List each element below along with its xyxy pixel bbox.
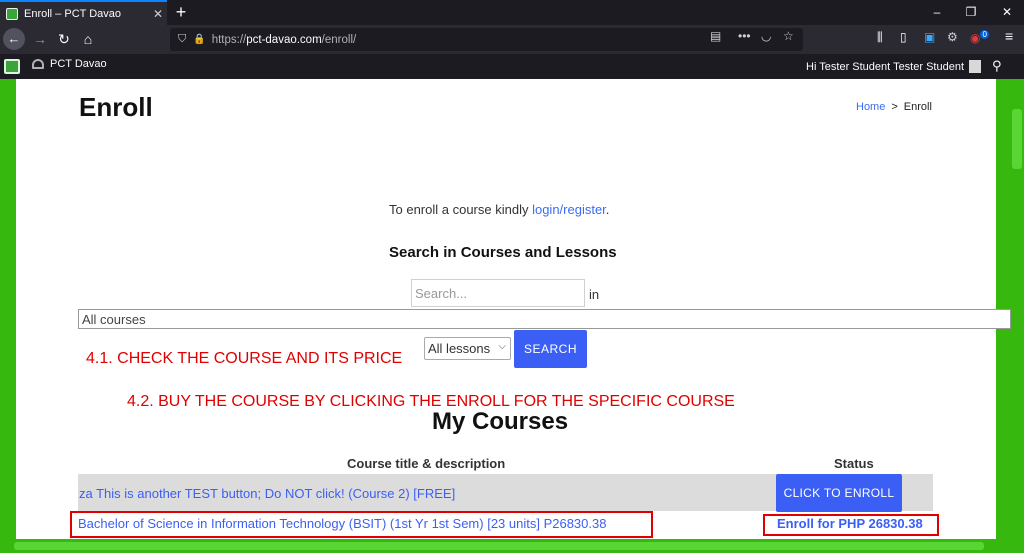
search-icon[interactable]: ⚲ [992,58,1002,74]
arrow-left-icon: ← [7,31,21,46]
site-favicon-icon [6,7,18,20]
close-tab-icon[interactable]: ✕ [149,7,167,21]
bookmark-label: PCT Davao [50,58,107,70]
restore-window-button[interactable]: ❐ [954,0,988,25]
forward-button[interactable]: → [29,28,51,50]
course-title-link[interactable]: Bachelor of Science in Information Techn… [78,516,606,531]
annotation-step-2: 4.2. BUY THE COURSE BY CLICKING THE ENRO… [127,393,735,410]
login-message: To enroll a course kindly login/register… [389,202,609,217]
annotation-step-1: 4.1. CHECK THE COURSE AND ITS PRICE [86,350,403,367]
dashboard-icon [32,59,44,69]
breadcrumb: Home > Enroll [856,101,932,113]
bookmark-star-icon[interactable]: ☆ [783,29,794,43]
lock-icon[interactable]: 🔒 [193,34,205,45]
url-host: pct-davao.com [246,33,322,46]
click-to-enroll-button[interactable]: CLICK TO ENROLL [776,474,902,512]
reload-button[interactable]: ↻ [53,28,75,50]
url-scheme: https:// [211,33,247,46]
new-tab-button[interactable]: + [170,2,192,23]
horizontal-scroll-thumb[interactable] [14,542,984,550]
minimize-window-button[interactable]: – [920,0,954,25]
tab-enroll[interactable]: Enroll – PCT Davao ✕ [0,0,167,25]
close-window-button[interactable]: ✕ [990,0,1024,25]
courses-select[interactable]: All courses [78,309,1011,329]
search-input[interactable]: Search... [411,279,585,307]
chevron-down-icon: ⌵ [498,341,506,352]
extension-app-icon[interactable] [4,59,20,74]
page-title: Enroll [79,92,153,122]
breadcrumb-current: Enroll [903,101,932,113]
menu-icon[interactable]: ≡ [1005,28,1013,44]
search-in-label: in [589,287,600,302]
login-message-text: To enroll a course kindly [389,202,533,217]
page-actions-icon[interactable]: ••• [738,29,751,43]
login-message-suffix: . [605,202,610,217]
bookmarks-toolbar: PCT Davao Hi Tester Student Tester Stude… [0,54,1024,79]
navigation-toolbar: ← → ↻ ⌂ ⛉ 🔒 https://pct-davao.com/enroll… [0,25,1024,54]
url-text[interactable]: https://pct-davao.com/enroll/ [212,34,357,46]
tab-bar: Enroll – PCT Davao ✕ + – ❐ ✕ [0,0,1024,25]
sidebar-icon[interactable]: ▯ [900,30,907,44]
column-header-status: Status [834,456,874,471]
arrow-right-icon: → [33,31,47,47]
shield-icon[interactable]: ⛉ [178,33,186,46]
pocket-icon[interactable]: ◡ [761,29,771,43]
login-register-link[interactable]: login/register [532,202,606,217]
enroll-for-price-link[interactable]: Enroll for PHP 26830.38 [777,516,923,531]
reader-view-icon[interactable]: ▤ [710,29,721,43]
reload-icon: ↻ [58,31,70,47]
course-title-link[interactable]: za This is another TEST button; Do NOT c… [79,486,455,501]
home-button[interactable]: ⌂ [77,28,99,50]
bookmark-pct-davao[interactable]: PCT Davao [32,58,107,70]
search-heading: Search in Courses and Lessons [389,244,617,261]
column-header-title: Course title & description [347,456,506,471]
user-greeting[interactable]: Hi Tester Student Tester Student [806,61,964,73]
url-path: /enroll/ [321,33,357,46]
library-icon[interactable]: ⫼ [877,30,883,45]
url-bar[interactable]: ⛉ 🔒 https://pct-davao.com/enroll/ [170,28,803,51]
avatar[interactable] [969,60,981,73]
extension-settings-icon[interactable]: ⚙ [947,30,958,44]
my-courses-heading: My Courses [432,408,569,435]
lessons-select-value: All lessons [428,341,491,356]
back-button[interactable]: ← [3,28,25,50]
breadcrumb-separator: > [891,101,898,113]
extension-screenshot-icon[interactable]: ▣ [924,30,935,44]
extension-badge-count: 0 [980,30,989,39]
search-button[interactable]: SEARCH [514,330,587,368]
home-icon: ⌂ [83,31,93,47]
lessons-select[interactable]: All lessons ⌵ [424,337,511,360]
vertical-scroll-thumb[interactable] [1012,109,1022,169]
breadcrumb-home-link[interactable]: Home [856,101,885,113]
tab-title: Enroll – PCT Davao [24,7,122,20]
extension-badge-icon[interactable]: ◉ 0 [970,30,989,45]
